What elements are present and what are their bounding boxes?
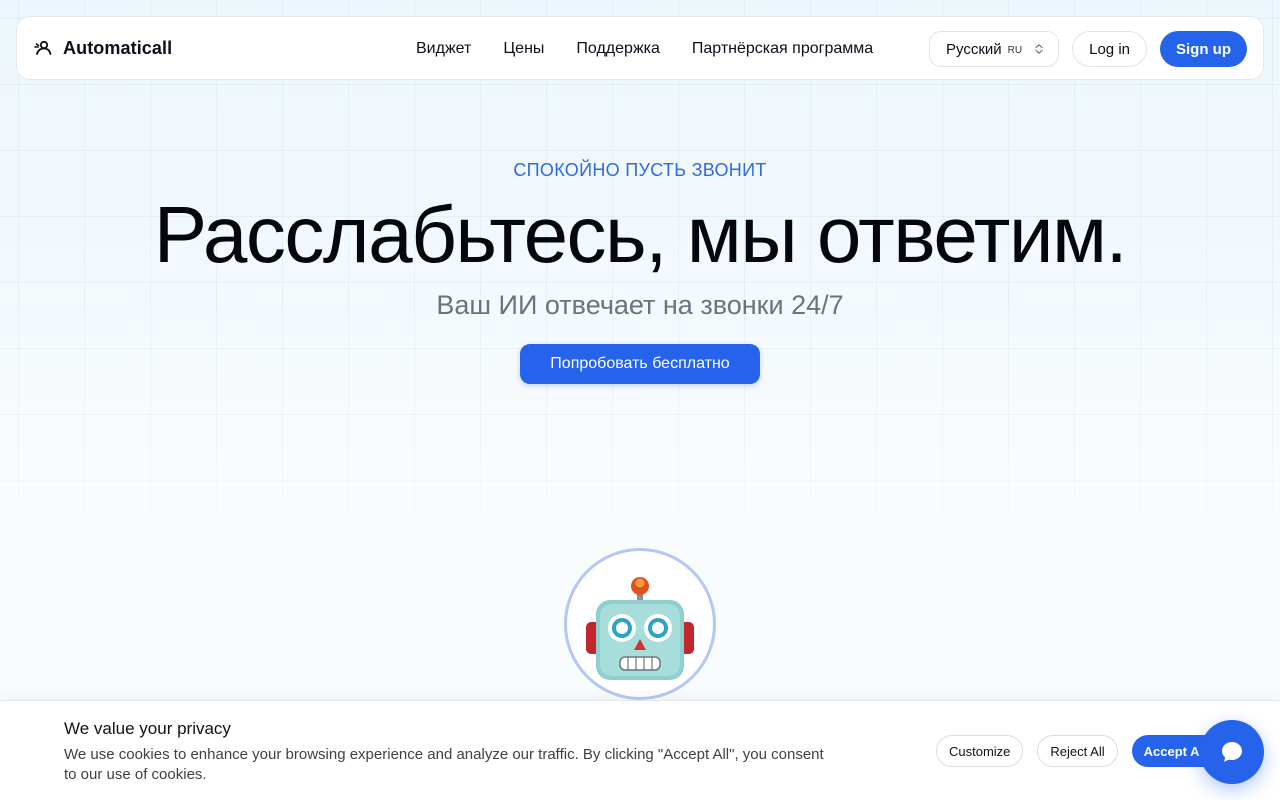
top-navbar: Automaticall Виджет Цены Поддержка Партн… xyxy=(16,16,1264,80)
nav-link-widget[interactable]: Виджет xyxy=(416,40,471,58)
agent-logo-icon xyxy=(34,40,52,55)
cookie-text: We use cookies to enhance your browsing … xyxy=(64,746,824,783)
chat-launcher-button[interactable] xyxy=(1200,720,1264,784)
brand[interactable]: Automaticall xyxy=(33,38,172,59)
cookie-customize-button[interactable]: Customize xyxy=(936,735,1024,767)
landing-page: Automaticall Виджет Цены Поддержка Партн… xyxy=(0,0,1280,800)
nav-actions: Русский RU Log in Sign up xyxy=(929,17,1247,81)
robot-face-icon xyxy=(586,577,694,680)
cookie-title: We value your privacy xyxy=(64,719,231,738)
signup-button[interactable]: Sign up xyxy=(1160,31,1247,67)
nav-link-pricing[interactable]: Цены xyxy=(503,40,544,58)
hero-subtitle: Ваш ИИ отвечает на звонки 24/7 xyxy=(436,290,844,320)
hero-title: Расслабьтесь, мы ответим. xyxy=(153,190,1128,279)
language-code: RU xyxy=(1007,45,1023,56)
cookie-banner: We value your privacy We use cookies to … xyxy=(0,700,1280,800)
nav-link-partners[interactable]: Партнёрская программа xyxy=(692,40,873,58)
cookie-reject-button[interactable]: Reject All xyxy=(1037,735,1118,767)
assistant-avatar[interactable] xyxy=(564,548,716,700)
main-nav: Виджет Цены Поддержка Партнёрская програ… xyxy=(416,17,873,81)
brand-name: Automaticall xyxy=(63,37,173,58)
nav-link-support[interactable]: Поддержка xyxy=(576,40,659,58)
try-free-button[interactable]: Попробовать бесплатно xyxy=(520,344,760,384)
chat-bubble-icon xyxy=(1222,742,1242,762)
cookie-actions: Customize Reject All Accept All xyxy=(936,735,1242,767)
language-select[interactable]: Русский RU xyxy=(929,31,1060,67)
language-label: Русский xyxy=(946,40,1002,58)
chevron-updown-icon xyxy=(1035,44,1043,54)
hero-eyebrow: СПОКОЙНО ПУСТЬ ЗВОНИТ xyxy=(513,160,767,180)
login-button[interactable]: Log in xyxy=(1072,31,1147,67)
